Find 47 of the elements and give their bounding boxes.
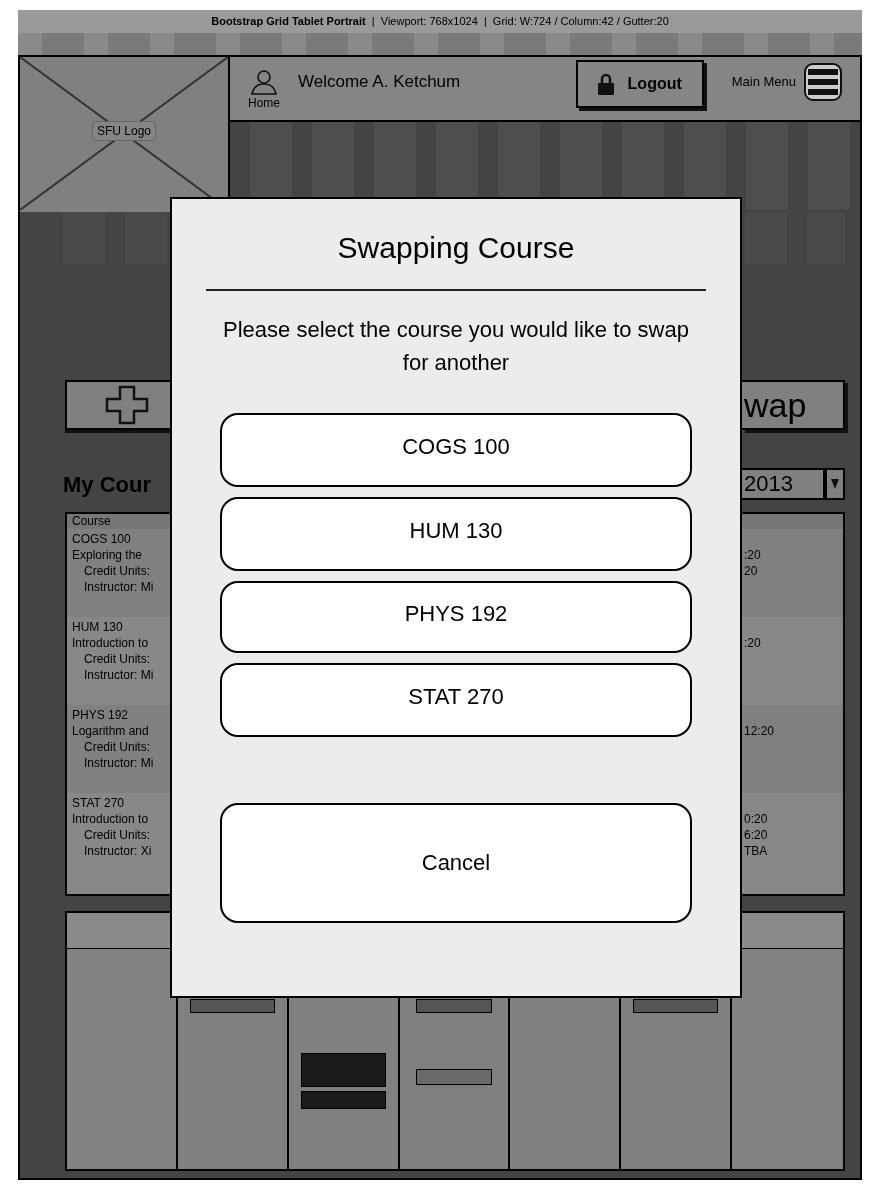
logo-label: SFU Logo xyxy=(92,120,156,141)
cancel-button[interactable]: Cancel xyxy=(220,802,692,923)
logout-button[interactable]: Logout xyxy=(575,59,704,108)
credit-units: Credit Units: xyxy=(83,563,152,579)
swap-button[interactable]: wap xyxy=(742,380,845,430)
caret-icon xyxy=(831,479,839,489)
course-option-button[interactable]: HUM 130 xyxy=(220,496,692,571)
course-code: PHYS 192 xyxy=(72,707,130,723)
main-menu-label: Main Menu xyxy=(731,72,796,91)
instructor-name: Instructor: Xi xyxy=(83,843,153,859)
course-title: Introduction to xyxy=(72,635,150,651)
credit-units: Credit Units: xyxy=(83,651,152,667)
time-text: 20 xyxy=(744,563,759,579)
course-code: COGS 100 xyxy=(72,531,132,547)
section-heading: My Cour xyxy=(63,470,152,499)
course-code: STAT 270 xyxy=(72,795,126,811)
person-icon xyxy=(250,68,278,95)
menu-icon[interactable] xyxy=(804,62,842,101)
instructor-name: Instructor: Mi xyxy=(83,667,155,683)
credit-units: Credit Units: xyxy=(83,739,152,755)
course-option-button[interactable]: COGS 100 xyxy=(220,412,692,487)
course-title: Introduction to xyxy=(72,811,150,827)
home-link[interactable]: Home xyxy=(248,68,280,109)
term-select[interactable]: 2013 xyxy=(742,468,825,500)
time-text: :20 xyxy=(744,547,762,563)
dropdown-button[interactable] xyxy=(825,468,845,500)
course-title: Logarithm and xyxy=(72,723,150,739)
lock-icon xyxy=(597,72,614,95)
time-text: 6:20 xyxy=(744,827,769,843)
instructor-name: Instructor: Mi xyxy=(83,755,155,771)
course-option-button[interactable]: PHYS 192 xyxy=(220,580,692,653)
course-option-button[interactable]: STAT 270 xyxy=(220,662,692,737)
course-code: HUM 130 xyxy=(72,619,124,635)
time-text: :20 xyxy=(744,635,762,651)
time-text: 12:20 xyxy=(744,723,776,739)
column-header-label: Course xyxy=(72,514,111,528)
time-text: 0:20 xyxy=(744,811,769,827)
plus-icon xyxy=(105,385,149,425)
grid-banner: Bootstrap Grid Tablet Portrait | Viewport: 768x1024 | Grid: W:724 / Column:42 / Gutter:20 xyxy=(18,10,862,33)
add-button[interactable] xyxy=(65,380,170,430)
modal-prompt: Please select the course you would like to swap for another xyxy=(222,315,690,377)
instructor-name: Instructor: Mi xyxy=(83,579,155,595)
credit-units: Credit Units: xyxy=(83,827,152,843)
course-title: Exploring the xyxy=(72,547,144,563)
time-text: TBA xyxy=(744,843,769,859)
welcome-text: Welcome A. Ketchum xyxy=(298,70,461,93)
modal-title: Swapping Course xyxy=(337,230,575,266)
